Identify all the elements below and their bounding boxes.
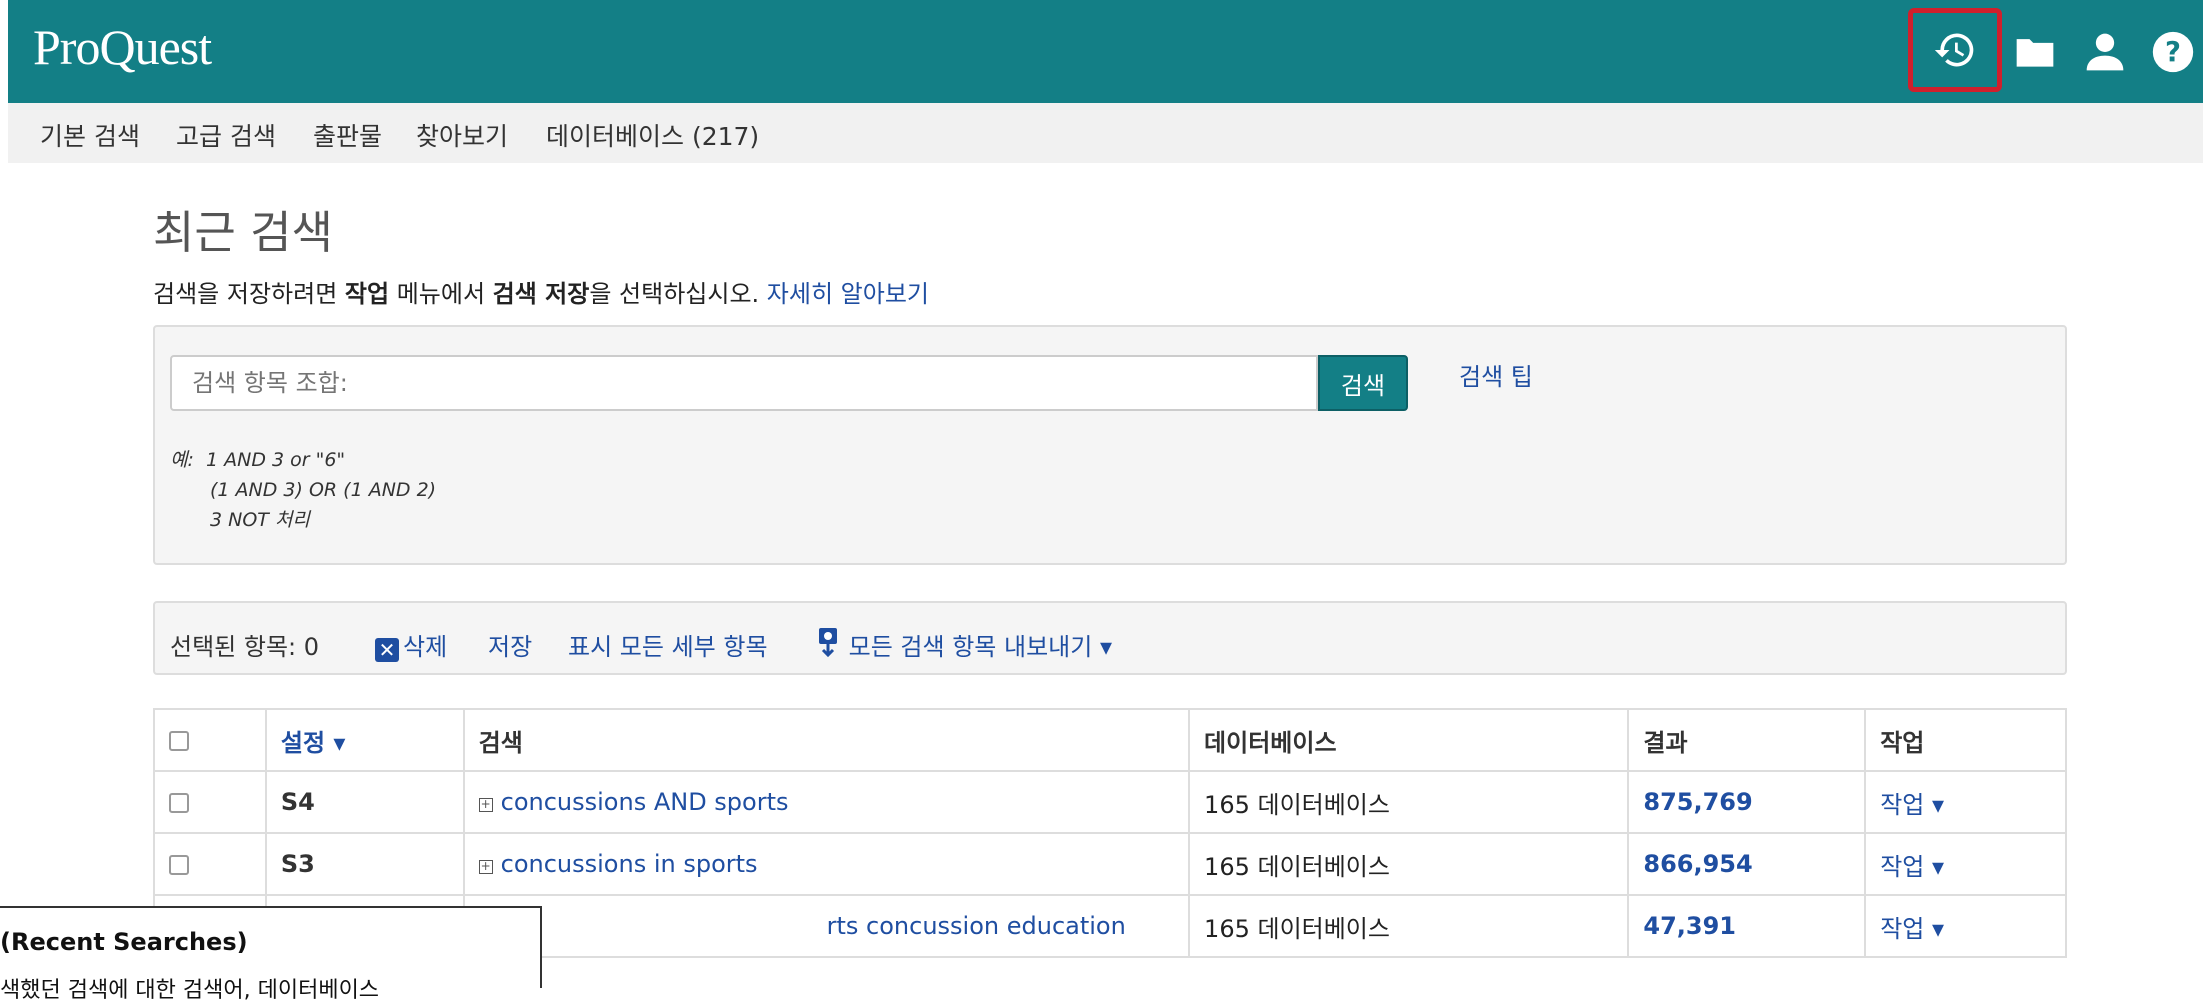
databases-count: 165 데이터베이스: [1188, 894, 1630, 958]
results-link[interactable]: 866,954: [1627, 832, 1867, 896]
account-button[interactable]: [2075, 22, 2135, 82]
help-icon: ?: [2152, 31, 2194, 73]
history-toolbar: 선택된 항목: 0 ✕ 삭제 저장 표시 모든 세부 항목 모든 검색 항목 내보…: [153, 601, 2067, 675]
databases-count: 165 데이터베이스: [1188, 770, 1630, 834]
recent-searches-button[interactable]: [1908, 8, 2002, 92]
expand-icon[interactable]: +: [478, 798, 493, 812]
recent-searches-tooltip: (Recent Searches) 색했던 검색에 대한 검색어, 데이터베이스: [0, 906, 542, 1003]
col-results: 결과: [1627, 708, 1867, 772]
set-id: S4: [264, 770, 465, 834]
export-icon: [819, 628, 837, 658]
page-title: 최근 검색: [153, 206, 333, 259]
info-text-2: 메뉴에서: [389, 280, 493, 308]
help-button[interactable]: ?: [2143, 22, 2203, 82]
user-icon: [2086, 33, 2124, 71]
combine-search-panel: 검색 검색 팁 예: 1 AND 3 or "6" (1 AND 3) OR (…: [153, 325, 2067, 565]
nav-advanced-search[interactable]: 고급 검색: [176, 117, 276, 153]
export-label: 모든 검색 항목 내보내기 ▾: [848, 633, 1113, 661]
show-all-details-button[interactable]: 표시 모든 세부 항목: [568, 627, 768, 662]
recent-searches-icon: [1934, 33, 1974, 67]
save-button[interactable]: 저장: [488, 627, 532, 662]
delete-x-icon: ✕: [375, 638, 399, 662]
table-row: S3 + concussions in sports 165 데이터베이스 866…: [153, 832, 2067, 896]
delete-button[interactable]: ✕ 삭제: [375, 627, 447, 662]
top-header: ProQuest ?: [8, 0, 2203, 103]
example-label: 예:: [170, 449, 194, 471]
info-text-3: 을 선택하십시오.: [589, 280, 767, 308]
tooltip-title: (Recent Searches): [0, 928, 248, 956]
nav-browse[interactable]: 찾아보기: [416, 117, 508, 153]
info-bold-actions: 작업: [344, 280, 390, 308]
info-text-1: 검색을 저장하려면: [153, 280, 345, 308]
row-checkbox[interactable]: [169, 793, 189, 813]
table-header-row: 설정 ▾ 검색 데이터베이스 결과 작업: [153, 708, 2067, 772]
delete-label: 삭제: [403, 633, 448, 661]
query-link[interactable]: rts concussion education: [479, 912, 1126, 940]
export-all-button[interactable]: 모든 검색 항목 내보내기 ▾: [815, 627, 1112, 662]
col-search: 검색: [462, 708, 1191, 772]
databases-count: 165 데이터베이스: [1188, 832, 1630, 896]
results-link[interactable]: 47,391: [1627, 894, 1867, 958]
search-examples: 예: 1 AND 3 or "6" (1 AND 3) OR (1 AND 2)…: [170, 445, 436, 535]
col-set[interactable]: 설정 ▾: [264, 708, 465, 772]
select-all-checkbox[interactable]: [169, 731, 189, 751]
results-link[interactable]: 875,769: [1627, 770, 1867, 834]
nav-databases[interactable]: 데이터베이스 (217): [546, 117, 759, 153]
search-tips-link[interactable]: 검색 팁: [1459, 357, 1533, 392]
nav-publications[interactable]: 출판물: [313, 117, 382, 153]
learn-more-link[interactable]: 자세히 알아보기: [767, 280, 929, 308]
actions-dropdown[interactable]: 작업 ▾: [1864, 770, 2067, 834]
main-nav: 기본 검색 고급 검색 출판물 찾아보기 데이터베이스 (217): [8, 103, 2203, 163]
svg-text:?: ?: [2165, 36, 2181, 68]
tooltip-body: 색했던 검색에 대한 검색어, 데이터베이스: [0, 978, 380, 1003]
actions-dropdown[interactable]: 작업 ▾: [1864, 832, 2067, 896]
proquest-logo[interactable]: ProQuest: [33, 18, 212, 76]
save-search-info: 검색을 저장하려면 작업 메뉴에서 검색 저장을 선택하십시오. 자세히 알아보…: [153, 274, 929, 309]
folder-icon: [2016, 39, 2054, 67]
example-2: (1 AND 3) OR (1 AND 2): [210, 479, 437, 501]
col-actions: 작업: [1864, 708, 2067, 772]
selected-count: 선택된 항목: 0: [170, 633, 320, 661]
nav-basic-search[interactable]: 기본 검색: [40, 117, 140, 153]
row-checkbox[interactable]: [169, 855, 189, 875]
query-link[interactable]: concussions in sports: [501, 850, 758, 878]
search-button[interactable]: 검색: [1318, 355, 1408, 411]
set-id: S3: [264, 832, 465, 896]
select-all-cell: [153, 708, 267, 772]
combine-search-input[interactable]: [170, 355, 1318, 411]
example-3: 3 NOT 처리: [210, 509, 310, 531]
col-databases: 데이터베이스: [1188, 708, 1630, 772]
expand-icon[interactable]: +: [478, 860, 493, 874]
info-bold-save-search: 검색 저장: [492, 280, 590, 308]
table-row: S4 + concussions AND sports 165 데이터베이스 87…: [153, 770, 2067, 834]
example-1: 1 AND 3 or "6": [205, 449, 346, 471]
query-link[interactable]: concussions AND sports: [501, 788, 789, 816]
my-research-button[interactable]: [2005, 22, 2065, 82]
actions-dropdown[interactable]: 작업 ▾: [1864, 894, 2067, 958]
